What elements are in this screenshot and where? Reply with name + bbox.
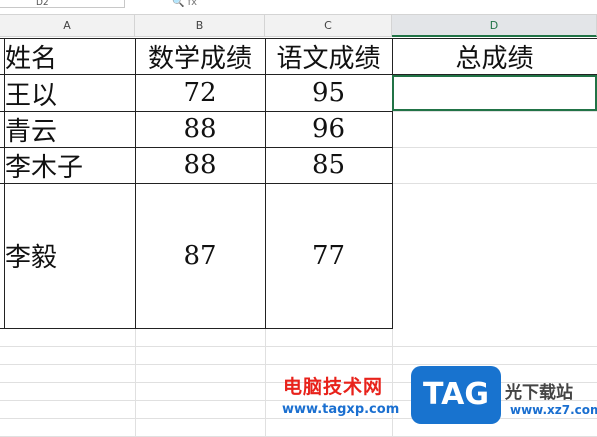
table-border — [0, 183, 392, 184]
column-header-c[interactable]: C — [265, 15, 392, 37]
header-cell-math[interactable]: 数学成绩 — [135, 38, 265, 74]
cell-chinese[interactable]: 77 — [265, 183, 392, 328]
cell-total[interactable] — [392, 183, 597, 328]
formula-toolbar: D2 🔍 fx — [0, 0, 597, 15]
fx-label: fx — [187, 0, 198, 8]
cell-math[interactable]: 72 — [135, 75, 265, 111]
table-border — [0, 111, 392, 112]
table-border — [0, 328, 392, 329]
header-cell-chinese[interactable]: 语文成绩 — [265, 38, 392, 74]
watermark-site-name: 电脑技术网 — [283, 376, 384, 398]
watermark-logo: TAG — [411, 366, 501, 424]
watermark-right-url: www.xz7.com — [510, 403, 597, 417]
header-cell-total[interactable]: 总成绩 — [392, 38, 597, 74]
table-border — [4, 38, 5, 329]
column-header-d[interactable]: D — [392, 15, 597, 37]
grid-line — [265, 328, 266, 437]
column-header-b[interactable]: B — [135, 15, 265, 37]
grid-line — [392, 328, 393, 437]
cell-math[interactable]: 87 — [135, 183, 265, 328]
grid-line — [0, 418, 597, 419]
cell-total[interactable] — [392, 111, 597, 147]
header-cell-name[interactable]: 姓名 — [0, 38, 135, 74]
cell-math[interactable]: 88 — [135, 111, 265, 147]
table-border — [135, 38, 136, 329]
fx-icon[interactable]: 🔍 fx — [172, 0, 198, 8]
cell-name[interactable]: 青云 — [0, 111, 135, 147]
watermark-site-url: www.tagxp.com — [282, 402, 400, 417]
cell-name[interactable]: 李毅 — [0, 183, 135, 328]
cell-total[interactable] — [392, 147, 597, 183]
table-border — [0, 147, 392, 148]
search-icon: 🔍 — [172, 0, 185, 8]
active-cell-selection[interactable] — [392, 75, 597, 111]
name-box[interactable]: D2 — [0, 0, 125, 8]
grid-line — [0, 346, 597, 347]
grid-line — [135, 328, 136, 437]
column-header-a[interactable]: A — [0, 15, 135, 37]
cell-name[interactable]: 王以 — [0, 75, 135, 111]
cell-name[interactable]: 李木子 — [0, 147, 135, 183]
table-border — [265, 38, 266, 329]
watermark-right-name: 光下载站 — [505, 383, 573, 403]
table-border — [0, 38, 597, 39]
cell-math[interactable]: 88 — [135, 147, 265, 183]
grid-line — [0, 364, 597, 365]
cell-chinese[interactable]: 96 — [265, 111, 392, 147]
cell-chinese[interactable]: 95 — [265, 75, 392, 111]
cell-chinese[interactable]: 85 — [265, 147, 392, 183]
